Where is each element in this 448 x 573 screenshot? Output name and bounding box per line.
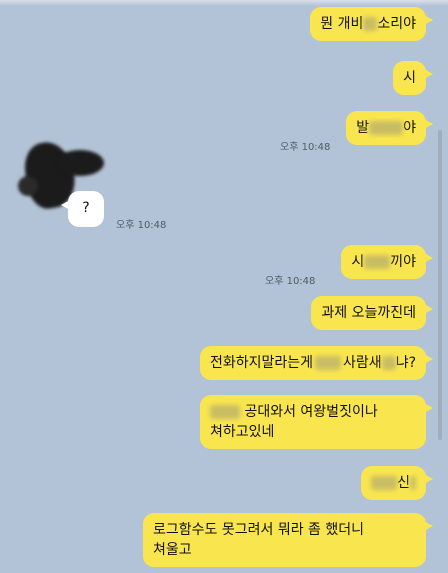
message-text: 냐? [395, 355, 416, 371]
message-text: 쳐울고 [153, 542, 192, 558]
censored-text [315, 356, 342, 370]
censored-text [371, 476, 398, 490]
message-text: 신 [397, 475, 410, 491]
message-text: 로그함수도 못그려서 뭐라 좀 했더니 [153, 522, 364, 538]
scrollbar[interactable] [438, 130, 442, 440]
message-text: 쳐하고있네 [210, 424, 275, 440]
censored-text [363, 17, 378, 31]
message-text: 과제 오늘까진데 [321, 305, 416, 321]
message-text: 소리야 [377, 16, 416, 32]
their-message-bubble[interactable]: ? [61, 191, 104, 227]
message-text: 시 [403, 70, 416, 86]
my-message-bubble[interactable]: 로그함수도 못그려서 뭐라 좀 했더니 쳐울고 [143, 513, 433, 567]
my-message-bubble[interactable]: 발야 [346, 111, 433, 145]
message-text: 끼야 [390, 254, 416, 270]
message-timestamp: 오후 10:48 [265, 276, 316, 287]
censored-text [364, 255, 391, 269]
my-message-bubble[interactable]: 공대와서 여왕벌짓이나 쳐하고있네 [200, 395, 433, 449]
message-timestamp: 오후 10:48 [116, 220, 167, 231]
message-text: 뭔 개비 [320, 16, 364, 32]
censored-text [210, 405, 240, 419]
message-timestamp: 오후 10:48 [280, 142, 331, 153]
my-message-bubble[interactable]: 과제 오늘까진데 [311, 296, 433, 330]
message-text: ? [82, 200, 90, 216]
my-message-bubble[interactable]: 시 [393, 61, 433, 95]
censored-text [381, 356, 396, 370]
censored-text [369, 121, 404, 135]
top-edge [0, 0, 448, 6]
my-message-bubble[interactable]: 뭔 개비 소리야 [310, 7, 433, 41]
my-message-bubble[interactable]: 신 [361, 466, 433, 500]
message-text: 야 [403, 120, 416, 136]
my-message-bubble[interactable]: 전화하지말라는게 사람새 냐? [200, 346, 433, 380]
message-text: 사람새 [343, 355, 382, 371]
message-text: 시 [351, 254, 365, 270]
message-text: 전화하지말라는게 [210, 355, 314, 371]
message-text: 발 [356, 120, 370, 136]
message-text: 공대와서 여왕벌짓이나 [244, 404, 378, 420]
censored-text [410, 476, 416, 490]
chat-screen[interactable]: 뭔 개비 소리야 시 오후 10:48 발야 ? 오후 10:48 오후 10:4… [0, 0, 448, 573]
my-message-bubble[interactable]: 시 끼야 [341, 245, 433, 279]
